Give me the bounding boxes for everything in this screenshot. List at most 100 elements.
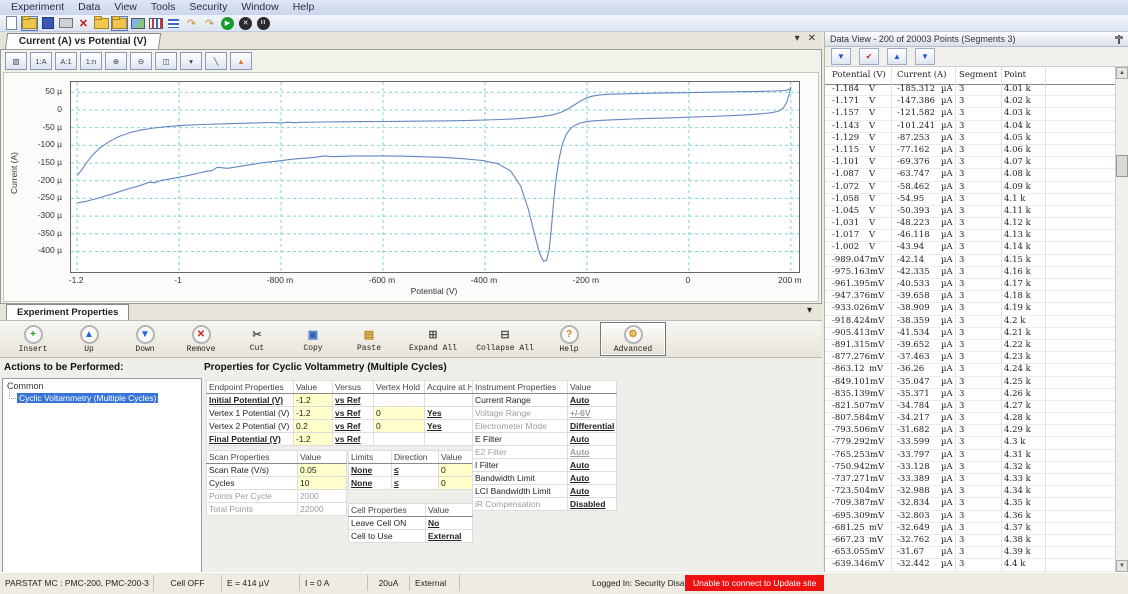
data-row[interactable]: -821.507mV-34.784µA34.27 k — [825, 401, 1116, 413]
remove-button[interactable]: ✕Remove — [176, 322, 226, 356]
property-cell[interactable]: Differential — [568, 420, 617, 433]
scroll-top-icon[interactable]: ▲ — [887, 48, 907, 65]
scroll-bottom-icon[interactable]: ▼ — [915, 48, 935, 65]
property-cell[interactable]: ≤ — [392, 477, 439, 490]
property-cell[interactable]: 0.05 — [298, 464, 347, 477]
data-row[interactable]: -849.101mV-35.047µA34.25 k — [825, 377, 1116, 389]
help-button[interactable]: ?Help — [544, 322, 594, 356]
expand-all-button[interactable]: ⊞Expand All — [400, 322, 466, 356]
vertical-scrollbar[interactable]: ▲ ▼ — [1115, 67, 1128, 572]
menu-window[interactable]: Window — [234, 0, 285, 15]
data-row[interactable]: -750.942mV-33.128µA34.32 k — [825, 462, 1116, 474]
collapse-all-button[interactable]: ⊟Collapse All — [472, 322, 538, 356]
property-cell[interactable]: Final Potential (V) — [207, 433, 294, 446]
paste-button[interactable]: ▤Paste — [344, 322, 394, 356]
data-row[interactable]: -737.271mV-33.389µA34.33 k — [825, 474, 1116, 486]
data-row[interactable]: -1.115V-77.162µA34.06 k — [825, 145, 1116, 157]
data-row[interactable]: -918.424mV-38.359µA34.2 k — [825, 316, 1116, 328]
property-cell[interactable]: None — [349, 477, 392, 490]
redo-icon[interactable]: ↷ — [183, 16, 200, 31]
column-header-current[interactable]: Current (A) — [897, 70, 947, 80]
property-cell[interactable]: -1.2 — [294, 394, 333, 407]
column-header-potential[interactable]: Potential (V) — [832, 70, 886, 80]
data-row[interactable]: -1.087V-63.747µA34.08 k — [825, 169, 1116, 181]
pan-dropdown-icon[interactable]: ▾ — [180, 52, 202, 70]
property-cell[interactable]: vs Ref — [333, 407, 374, 420]
data-row[interactable]: -877.276mV-37.463µA34.23 k — [825, 352, 1116, 364]
autoscale-y-icon[interactable]: 1:A — [30, 52, 52, 70]
pan-icon[interactable]: ◫ — [155, 52, 177, 70]
insert-button[interactable]: +Insert — [8, 322, 58, 356]
data-row[interactable]: -975.163mV-42.335µA34.16 k — [825, 267, 1116, 279]
data-row[interactable]: -1.072V-58.462µA34.09 k — [825, 182, 1116, 194]
pin-icon[interactable] — [1115, 35, 1123, 44]
print-icon[interactable] — [57, 16, 74, 31]
property-cell[interactable]: None — [349, 464, 392, 477]
data-row[interactable]: -1.058V-54.95µA34.1 k — [825, 194, 1116, 206]
peak-tool-icon[interactable]: ▲ — [230, 52, 252, 70]
axes-setup-icon[interactable]: ▧ — [5, 52, 27, 70]
property-cell[interactable]: +/-6V — [568, 407, 617, 420]
property-cell[interactable]: vs Ref — [333, 420, 374, 433]
tree-item-cyclic-voltammetry[interactable]: Cyclic Voltammetry (Multiple Cycles) — [17, 393, 201, 403]
property-cell[interactable]: Disabled — [568, 498, 617, 511]
cut-button[interactable]: ✂Cut — [232, 322, 282, 356]
menu-tools[interactable]: Tools — [144, 0, 183, 15]
menu-data[interactable]: Data — [71, 0, 107, 15]
data-row[interactable]: -891.315mV-39.652µA34.22 k — [825, 340, 1116, 352]
image-export-icon[interactable] — [129, 16, 146, 31]
data-row[interactable]: -961.395mV-40.533µA34.17 k — [825, 279, 1116, 291]
data-row[interactable]: -1.143V-101.241µA34.04 k — [825, 121, 1116, 133]
advanced-button[interactable]: ⚙Advanced — [600, 322, 666, 356]
data-row[interactable]: -1.129V-87.253µA34.05 k — [825, 133, 1116, 145]
zoom-out-icon[interactable]: ⊖ — [130, 52, 152, 70]
scroll-down-icon[interactable]: ▼ — [1116, 560, 1128, 572]
cv-plot[interactable] — [70, 81, 800, 273]
property-cell[interactable]: External — [426, 530, 473, 543]
data-row[interactable]: -905.413mV-41.534µA34.21 k — [825, 328, 1116, 340]
property-cell[interactable]: 0 — [374, 407, 425, 420]
property-cell[interactable]: ≤ — [392, 464, 439, 477]
autoscale-x-icon[interactable]: A:1 — [55, 52, 77, 70]
data-row[interactable]: -709.387mV-32.834µA34.35 k — [825, 498, 1116, 510]
menu-view[interactable]: View — [107, 0, 144, 15]
tab-current-vs-potential[interactable]: Current (A) vs Potential (V) — [5, 33, 161, 50]
property-cell[interactable]: Auto — [568, 459, 617, 472]
data-row[interactable]: -765.253mV-33.797µA34.31 k — [825, 450, 1116, 462]
property-cell[interactable]: 0 — [374, 420, 425, 433]
data-row[interactable]: -723.504mV-32.988µA34.34 k — [825, 486, 1116, 498]
property-cell[interactable]: 10 — [298, 477, 347, 490]
data-row[interactable]: -695.309mV-32.803µA34.36 k — [825, 511, 1116, 523]
data-row[interactable]: -653.055mV-31.67µA34.39 k — [825, 547, 1116, 559]
data-row[interactable]: -779.292mV-33.599µA34.3 k — [825, 437, 1116, 449]
data-row[interactable]: -1.017V-46.118µA34.13 k — [825, 230, 1116, 242]
data-row[interactable]: -1.002V-43.94µA34.14 k — [825, 242, 1116, 254]
redo2-icon[interactable]: ↷ — [201, 16, 218, 31]
list-view-icon[interactable] — [165, 16, 182, 31]
data-row[interactable]: -793.506mV-31.682µA34.29 k — [825, 425, 1116, 437]
property-cell[interactable]: Auto — [568, 446, 617, 459]
data-row[interactable]: -947.376mV-39.658µA34.18 k — [825, 291, 1116, 303]
property-cell[interactable]: -1.2 — [294, 407, 333, 420]
down-button[interactable]: ▼Down — [120, 322, 170, 356]
tab-experiment-properties[interactable]: Experiment Properties — [6, 304, 129, 320]
graph-view-icon[interactable] — [147, 16, 164, 31]
property-cell[interactable]: Initial Potential (V) — [207, 394, 294, 407]
property-cell[interactable]: 0.2 — [294, 420, 333, 433]
run-icon[interactable]: ▶ — [219, 16, 236, 31]
data-folder-icon[interactable] — [111, 16, 128, 31]
column-header-segment[interactable]: Segment — [959, 70, 997, 80]
edit-points-icon[interactable]: ✔ — [859, 48, 879, 65]
property-cell[interactable]: Auto — [568, 472, 617, 485]
copy-button[interactable]: ▣Copy — [288, 322, 338, 356]
export-folder-icon[interactable] — [93, 16, 110, 31]
data-row[interactable]: -1.045V-50.393µA34.11 k — [825, 206, 1116, 218]
new-file-icon[interactable] — [3, 16, 20, 31]
delete-icon[interactable]: ✕ — [75, 16, 92, 31]
data-row[interactable]: -835.139mV-35.371µA34.26 k — [825, 389, 1116, 401]
data-row[interactable]: -1.184V-185.312µA34.01 k — [825, 84, 1116, 96]
property-cell[interactable]: vs Ref — [333, 433, 374, 446]
scroll-up-icon[interactable]: ▲ — [1116, 67, 1128, 79]
menu-security[interactable]: Security — [182, 0, 234, 15]
save-icon[interactable] — [39, 16, 56, 31]
